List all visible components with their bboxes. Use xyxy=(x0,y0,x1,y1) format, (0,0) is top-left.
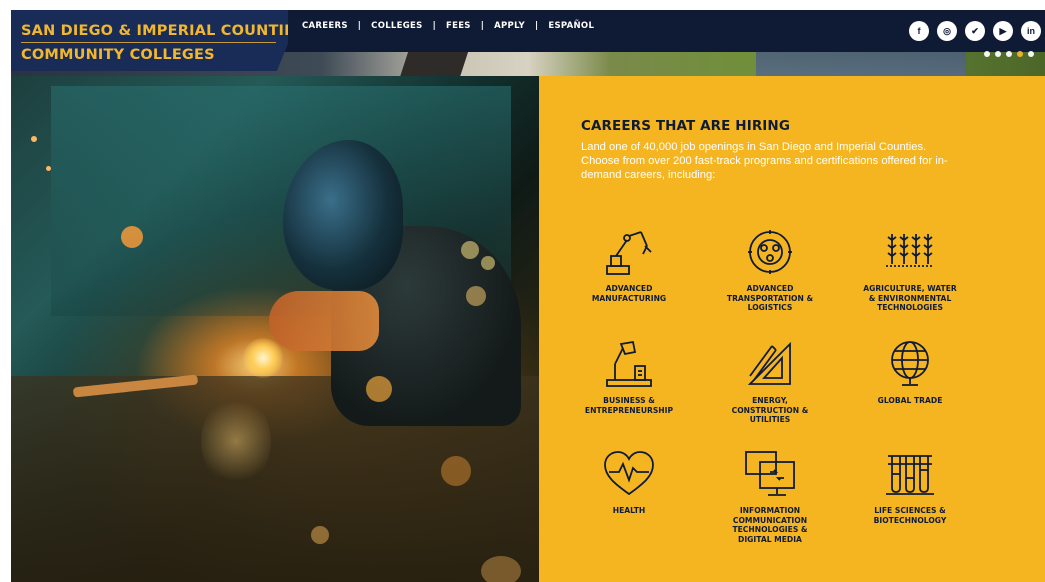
engine-icon xyxy=(748,230,792,274)
crops-icon xyxy=(886,234,934,267)
carousel-dot[interactable] xyxy=(1028,51,1034,57)
category-label: ENERGY, CONSTRUCTION & UTILITIES xyxy=(731,396,809,424)
nav-separator: | xyxy=(357,21,362,31)
photo-spark xyxy=(481,556,521,582)
globe-icon xyxy=(891,341,929,386)
carousel-dot[interactable] xyxy=(984,51,990,57)
logo-line-1: SAN DIEGO & IMPERIAL COUNTIES xyxy=(21,23,305,39)
category-label: BUSINESS & ENTREPRENEURSHIP xyxy=(584,396,674,415)
category-label: LIFE SCIENCES & BIOTECHNOLOGY xyxy=(873,506,947,525)
drafting-tools-icon xyxy=(747,341,791,385)
carousel-dot-active[interactable] xyxy=(1017,51,1023,57)
test-tubes-icon xyxy=(886,455,934,495)
computer-screens-icon xyxy=(745,451,795,496)
facebook-icon[interactable]: f xyxy=(909,21,929,41)
photo-spark xyxy=(441,456,471,486)
category-life-sciences[interactable]: LIFE SCIENCES & BIOTECHNOLOGY xyxy=(840,448,980,525)
photo-spark xyxy=(481,256,495,270)
nav-espanol[interactable]: ESPAÑOL xyxy=(548,21,594,31)
category-label: ADVANCED MANUFACTURING xyxy=(591,284,667,303)
nav-separator: | xyxy=(480,21,485,31)
photo-welding-glove xyxy=(269,291,379,351)
twitter-icon[interactable]: ✔ xyxy=(965,21,985,41)
photo-spark xyxy=(46,166,51,171)
nav-fees[interactable]: FEES xyxy=(446,21,471,31)
category-advanced-manufacturing[interactable]: ADVANCED MANUFACTURING xyxy=(559,226,699,303)
category-energy-construction[interactable]: ENERGY, CONSTRUCTION & UTILITIES xyxy=(700,338,840,425)
logo-line-2: COMMUNITY COLLEGES xyxy=(21,47,215,63)
logo-divider xyxy=(21,42,276,43)
main-nav: CAREERS | COLLEGES | FEES | APPLY | ESPA… xyxy=(302,21,594,31)
youtube-icon[interactable]: ▶ xyxy=(993,21,1013,41)
careers-panel: CAREERS THAT ARE HIRING Land one of 40,0… xyxy=(539,76,1045,582)
category-agriculture-water[interactable]: AGRICULTURE, WATER & ENVIRONMENTAL TECHN… xyxy=(840,226,980,313)
category-label: GLOBAL TRADE xyxy=(877,396,943,405)
carousel-dot[interactable] xyxy=(995,51,1001,57)
desk-lamp-icon xyxy=(606,340,652,387)
category-label: ADVANCED TRANSPORTATION & LOGISTICS xyxy=(726,284,814,312)
instagram-icon[interactable]: ◎ xyxy=(937,21,957,41)
category-global-trade[interactable]: GLOBAL TRADE xyxy=(840,338,980,406)
heart-pulse-icon xyxy=(604,451,654,496)
robot-arm-icon xyxy=(606,231,652,275)
photo-spark xyxy=(243,338,283,378)
photo-spark xyxy=(366,376,392,402)
category-ict-digital-media[interactable]: INFORMATION COMMUNICATION TECHNOLOGIES &… xyxy=(700,448,840,544)
photo-spark xyxy=(121,226,143,248)
photo-spark xyxy=(461,241,479,259)
photo-spark xyxy=(466,286,486,306)
nav-separator: | xyxy=(534,21,539,31)
nav-careers[interactable]: CAREERS xyxy=(302,21,348,31)
category-label: AGRICULTURE, WATER & ENVIRONMENTAL TECHN… xyxy=(863,284,957,312)
panel-intro: Land one of 40,000 job openings in San D… xyxy=(581,141,948,181)
linkedin-icon[interactable]: in xyxy=(1021,21,1041,41)
category-health[interactable]: HEALTH xyxy=(559,448,699,516)
photo-spark xyxy=(311,526,329,544)
nav-separator: | xyxy=(432,21,436,31)
category-label: INFORMATION COMMUNICATION TECHNOLOGIES &… xyxy=(732,506,808,544)
photo-spark xyxy=(201,396,271,486)
social-links: f ◎ ✔ ▶ in xyxy=(909,21,1041,41)
nav-colleges[interactable]: COLLEGES xyxy=(371,21,422,31)
category-advanced-transportation[interactable]: ADVANCED TRANSPORTATION & LOGISTICS xyxy=(700,226,840,313)
carousel-dot[interactable] xyxy=(1006,51,1012,57)
carousel-dots xyxy=(984,51,1034,57)
welder-photo xyxy=(11,76,539,582)
photo-spark xyxy=(31,136,37,142)
panel-title: CAREERS THAT ARE HIRING xyxy=(581,118,791,134)
category-business[interactable]: BUSINESS & ENTREPRENEURSHIP xyxy=(559,338,699,415)
site-logo[interactable]: SAN DIEGO & IMPERIAL COUNTIES COMMUNITY … xyxy=(11,10,288,71)
category-label: HEALTH xyxy=(612,506,646,515)
nav-apply[interactable]: APPLY xyxy=(494,21,525,31)
